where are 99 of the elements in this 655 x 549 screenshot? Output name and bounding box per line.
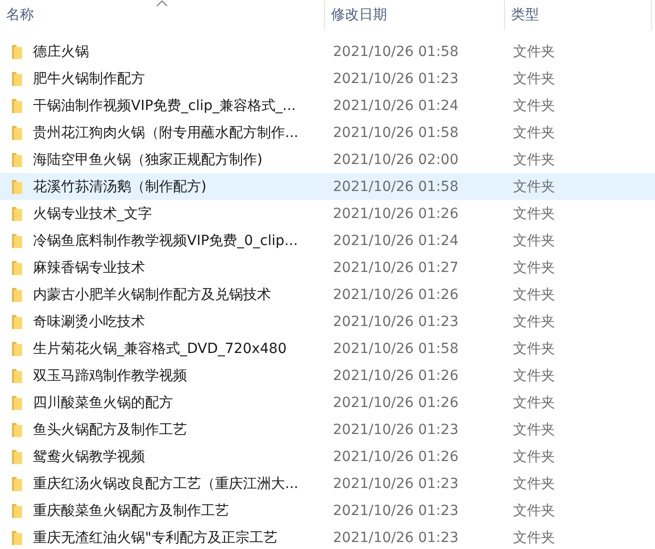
file-name: 海陆空甲鱼火锅（独家正规配方制作) (33, 150, 262, 168)
modified-date: 2021/10/26 01:24 (333, 98, 458, 114)
file-row[interactable]: 贵州花江狗肉火锅（附专用蘸水配方制作... 2021/10/26 01:58 文件夹 (0, 119, 655, 146)
file-row[interactable]: 内蒙古小肥羊火锅制作配方及兑锅技术 2021/10/26 01:26 文件夹 (0, 281, 655, 308)
file-row[interactable]: 重庆酸菜鱼火锅配方及制作工艺 2021/10/26 01:23 文件夹 (0, 497, 655, 524)
modified-date: 2021/10/26 01:26 (333, 394, 458, 410)
modified-date: 2021/10/26 01:23 (333, 502, 458, 518)
file-name: 花溪竹荪清汤鹅（制作配方) (33, 178, 206, 196)
modified-date: 2021/10/26 01:23 (333, 476, 458, 492)
file-row[interactable]: 双玉马蹄鸡制作教学视频 2021/10/26 01:26 文件夹 (0, 362, 655, 389)
file-row[interactable]: 四川酸菜鱼火锅的配方 2021/10/26 01:26 文件夹 (0, 389, 655, 416)
file-type: 文件夹 (513, 420, 555, 438)
file-name: 冷锅鱼底料制作教学视频VIP免费_0_clip... (33, 232, 298, 250)
modified-date: 2021/10/26 01:58 (333, 44, 458, 60)
modified-date: 2021/10/26 01:26 (333, 286, 458, 302)
folder-icon (11, 394, 23, 410)
file-name: 德庄火锅 (33, 42, 89, 60)
sort-caret-icon (156, 0, 168, 7)
file-name: 麻辣香锅专业技术 (33, 258, 145, 276)
file-type: 文件夹 (513, 178, 555, 196)
modified-date: 2021/10/26 02:00 (333, 152, 458, 168)
folder-icon (11, 260, 23, 276)
modified-date: 2021/10/26 01:58 (333, 178, 458, 194)
file-row[interactable]: 鱼头火锅配方及制作工艺 2021/10/26 01:23 文件夹 (0, 416, 655, 443)
file-type: 文件夹 (513, 394, 555, 412)
file-type: 文件夹 (513, 96, 555, 114)
file-name: 重庆红汤火锅改良配方工艺（重庆江洲大... (33, 474, 298, 492)
file-type: 文件夹 (513, 150, 555, 168)
file-type: 文件夹 (513, 286, 555, 304)
file-row[interactable]: 重庆无渣红油火锅"专利配方及正宗工艺 2021/10/26 01:23 文件夹 (0, 524, 655, 549)
file-row[interactable]: 奇味涮烫小吃技术 2021/10/26 01:23 文件夹 (0, 308, 655, 335)
modified-date: 2021/10/26 01:58 (333, 340, 458, 356)
folder-icon (11, 476, 23, 492)
folder-icon (11, 98, 23, 114)
modified-date: 2021/10/26 01:23 (333, 314, 458, 330)
file-row[interactable]: 花溪竹荪清汤鹅（制作配方) 2021/10/26 01:58 文件夹 (0, 173, 655, 200)
file-type: 文件夹 (513, 340, 555, 358)
file-row[interactable]: 火锅专业技术_文字 2021/10/26 01:26 文件夹 (0, 200, 655, 227)
folder-icon (11, 70, 23, 86)
file-type: 文件夹 (513, 204, 555, 222)
file-row[interactable]: 重庆红汤火锅改良配方工艺（重庆江洲大... 2021/10/26 01:23 文件夹 (0, 470, 655, 497)
column-header[interactable]: 名称 (0, 0, 325, 30)
file-type: 文件夹 (513, 528, 555, 546)
folder-icon (11, 448, 23, 464)
file-type: 文件夹 (513, 42, 555, 60)
file-type: 文件夹 (513, 312, 555, 330)
modified-date: 2021/10/26 01:23 (333, 422, 458, 438)
file-type: 文件夹 (513, 474, 555, 492)
file-name: 鸳鸯火锅教学视频 (33, 448, 145, 466)
file-row[interactable]: 干锅油制作视频VIP免费_clip_兼容格式_... 2021/10/26 01:24 文件夹 (0, 92, 655, 119)
modified-date: 2021/10/26 01:27 (333, 260, 458, 276)
file-name: 肥牛火锅制作配方 (33, 70, 145, 88)
file-type: 文件夹 (513, 366, 555, 384)
folder-icon (11, 368, 23, 384)
column-header[interactable]: 修改日期 (325, 0, 505, 30)
folder-icon (11, 232, 23, 248)
file-row[interactable]: 海陆空甲鱼火锅（独家正规配方制作) 2021/10/26 02:00 文件夹 (0, 146, 655, 173)
modified-date: 2021/10/26 01:26 (333, 448, 458, 464)
modified-date: 2021/10/26 01:26 (333, 206, 458, 222)
file-name: 鱼头火锅配方及制作工艺 (33, 420, 187, 438)
folder-icon (11, 530, 23, 546)
folder-icon (11, 340, 23, 356)
folder-icon (11, 286, 23, 302)
file-type: 文件夹 (513, 124, 555, 142)
file-name: 内蒙古小肥羊火锅制作配方及兑锅技术 (33, 286, 271, 304)
modified-date: 2021/10/26 01:58 (333, 124, 458, 140)
file-type: 文件夹 (513, 232, 555, 250)
modified-date: 2021/10/26 01:23 (333, 70, 458, 86)
folder-icon (11, 178, 23, 194)
file-name: 双玉马蹄鸡制作教学视频 (33, 366, 187, 384)
file-name: 奇味涮烫小吃技术 (33, 312, 145, 330)
file-row[interactable]: 麻辣香锅专业技术 2021/10/26 01:27 文件夹 (0, 254, 655, 281)
file-name: 贵州花江狗肉火锅（附专用蘸水配方制作... (33, 124, 298, 142)
column-header[interactable]: 类型 (505, 0, 652, 30)
file-name: 重庆无渣红油火锅"专利配方及正宗工艺 (33, 528, 278, 546)
folder-icon (11, 206, 23, 222)
file-row[interactable]: 德庄火锅 2021/10/26 01:58 文件夹 (0, 38, 655, 65)
file-type: 文件夹 (513, 70, 555, 88)
modified-date: 2021/10/26 01:23 (333, 530, 458, 546)
file-row[interactable]: 肥牛火锅制作配方 2021/10/26 01:23 文件夹 (0, 65, 655, 92)
file-name: 重庆酸菜鱼火锅配方及制作工艺 (33, 502, 229, 520)
file-type: 文件夹 (513, 258, 555, 276)
modified-date: 2021/10/26 01:26 (333, 368, 458, 384)
modified-date: 2021/10/26 01:24 (333, 232, 458, 248)
file-name: 干锅油制作视频VIP免费_clip_兼容格式_... (33, 96, 296, 114)
folder-icon (11, 502, 23, 518)
folder-icon (11, 152, 23, 168)
file-row[interactable]: 鸳鸯火锅教学视频 2021/10/26 01:26 文件夹 (0, 443, 655, 470)
folder-icon (11, 314, 23, 330)
file-row[interactable]: 生片菊花火锅_兼容格式_DVD_720x480 2021/10/26 01:58 文件夹 (0, 335, 655, 362)
file-type: 文件夹 (513, 448, 555, 466)
folder-icon (11, 124, 23, 140)
folder-icon (11, 44, 23, 60)
file-name: 四川酸菜鱼火锅的配方 (33, 394, 173, 412)
file-name: 生片菊花火锅_兼容格式_DVD_720x480 (33, 340, 287, 358)
file-name: 火锅专业技术_文字 (33, 204, 152, 222)
file-type: 文件夹 (513, 502, 555, 520)
folder-icon (11, 422, 23, 438)
file-row[interactable]: 冷锅鱼底料制作教学视频VIP免费_0_clip... 2021/10/26 01:24 文件夹 (0, 227, 655, 254)
